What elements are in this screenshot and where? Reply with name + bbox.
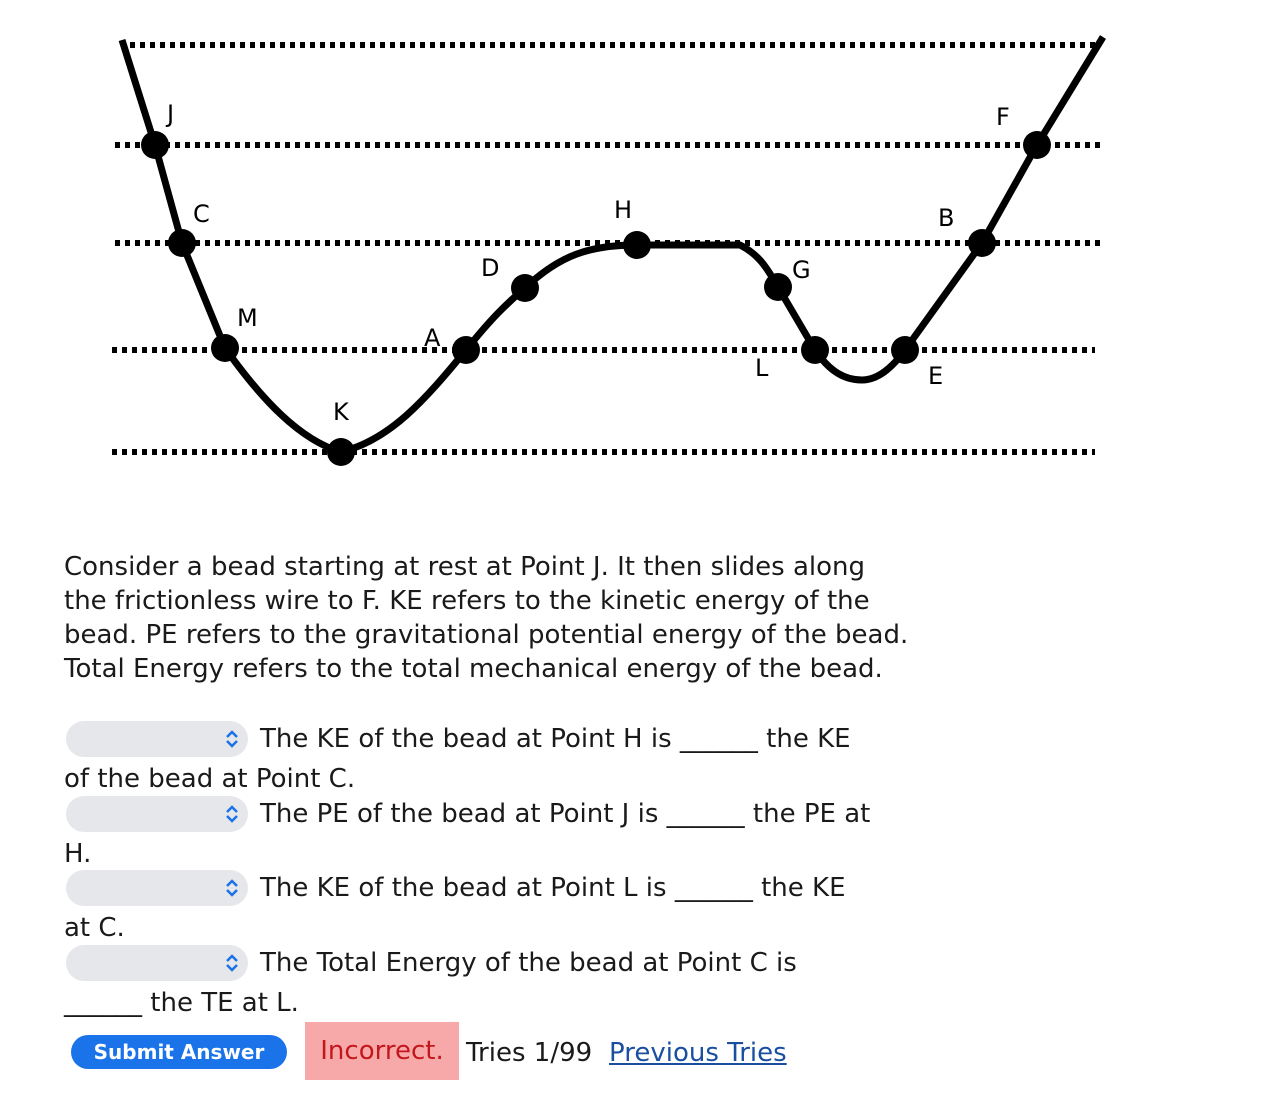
question-1-text-cont: of the bead at Point C.	[64, 764, 356, 794]
bead-wire-diagram: J C M K A D H L G E B F	[112, 35, 1106, 466]
previous-tries-link[interactable]: Previous Tries	[609, 1036, 787, 1070]
point-g-dot	[764, 273, 792, 301]
point-a-dot	[452, 336, 480, 364]
label-a: A	[424, 324, 441, 352]
point-f-dot	[1023, 131, 1051, 159]
tries-counter: Tries 1/99	[466, 1038, 593, 1068]
point-j-dot	[141, 131, 169, 159]
point-b-dot	[968, 229, 996, 257]
question-2-text-cont: H.	[64, 839, 92, 869]
label-e: E	[928, 362, 943, 390]
question-4-text: The Total Energy of the bead at Point C …	[260, 948, 797, 978]
label-k: K	[333, 398, 350, 426]
point-k-dot	[327, 438, 355, 466]
question-2-text: The PE of the bead at Point J is ______ …	[260, 799, 871, 829]
incorrect-badge: Incorrect.	[305, 1022, 459, 1080]
question-3-text: The KE of the bead at Point L is ______ …	[260, 873, 846, 903]
label-d: D	[481, 254, 499, 282]
label-l: L	[755, 354, 769, 382]
point-l-dot	[801, 336, 829, 364]
label-c: C	[193, 200, 210, 228]
submit-answer-button[interactable]: Submit Answer	[71, 1035, 287, 1069]
answer-select-1[interactable]	[66, 721, 248, 757]
label-h: H	[614, 196, 632, 224]
point-d-dot	[511, 274, 539, 302]
chevron-updown-icon	[226, 954, 238, 972]
problem-text: Consider a bead starting at rest at Poin…	[64, 552, 909, 684]
label-b: B	[938, 204, 954, 232]
chevron-updown-icon	[226, 805, 238, 823]
point-e-dot	[891, 336, 919, 364]
chevron-updown-icon	[226, 730, 238, 748]
point-h-dot	[623, 231, 651, 259]
question-4-text-cont: ______ the TE at L.	[64, 988, 299, 1018]
chevron-updown-icon	[226, 879, 238, 897]
label-g: G	[792, 256, 811, 284]
question-1-text: The KE of the bead at Point H is ______ …	[260, 724, 851, 754]
answer-select-3[interactable]	[66, 870, 248, 906]
answer-select-2[interactable]	[66, 796, 248, 832]
label-j: J	[165, 100, 174, 128]
label-f: F	[996, 103, 1010, 131]
answer-select-4[interactable]	[66, 945, 248, 981]
point-c-dot	[168, 229, 196, 257]
question-3-text-cont: at C.	[64, 913, 125, 943]
point-m-dot	[211, 334, 239, 362]
label-m: M	[237, 304, 258, 332]
